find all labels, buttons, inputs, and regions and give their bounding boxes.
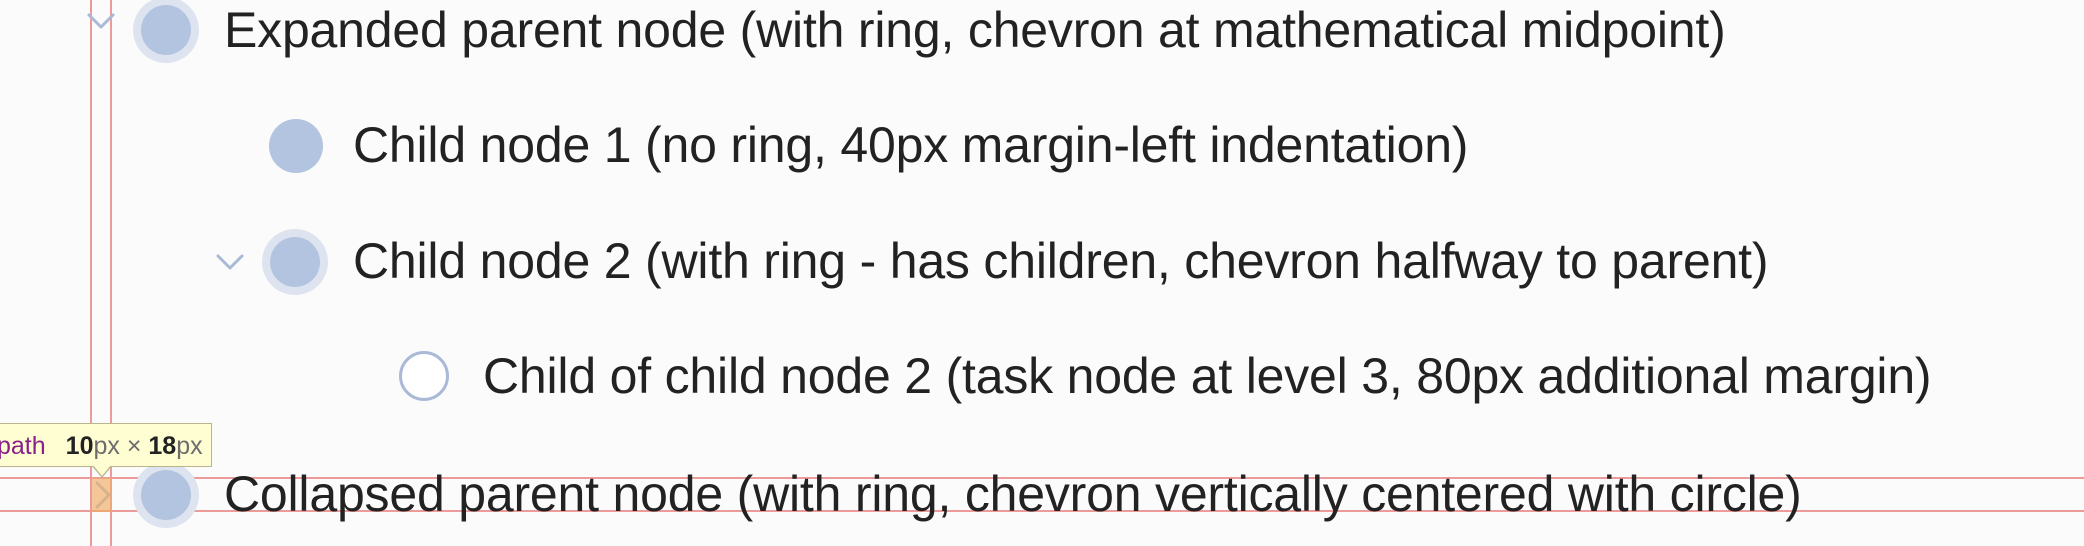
task-checkbox-circle[interactable] — [399, 351, 449, 401]
node-label[interactable]: Collapsed parent node (with ring, chevro… — [224, 464, 1802, 524]
chevron-down-icon[interactable] — [86, 12, 116, 30]
node-bullet-ringed[interactable] — [262, 229, 328, 295]
node-label[interactable]: Child node 2 (with ring - has children, … — [353, 231, 1769, 291]
node-label[interactable]: Expanded parent node (with ring, chevron… — [224, 0, 1726, 60]
inspector-tooltip-arrow — [92, 465, 112, 478]
chevron-down-icon[interactable] — [215, 253, 245, 271]
tree-node-collapsed-parent[interactable]: Collapsed parent node (with ring, chevro… — [0, 454, 2084, 534]
node-label[interactable]: Child of child node 2 (task node at leve… — [483, 346, 1932, 406]
inspector-times: × — [126, 432, 142, 460]
inspector-unit: px — [176, 432, 203, 460]
inspector-dimensions: 10px × 18px — [66, 432, 203, 460]
tree-node-task[interactable]: Child of child node 2 (task node at leve… — [0, 338, 2084, 418]
node-bullet-filled[interactable] — [269, 119, 323, 173]
inspector-unit: px — [93, 432, 120, 460]
inspector-width: 10 — [65, 432, 94, 460]
node-bullet-ringed[interactable] — [133, 0, 199, 63]
inspector-tag-name: path — [0, 432, 46, 460]
tree-node-child-1[interactable]: Child node 1 (no ring, 40px margin-left … — [0, 105, 2084, 185]
node-bullet-ringed[interactable] — [133, 462, 199, 528]
node-label[interactable]: Child node 1 (no ring, 40px margin-left … — [353, 115, 1468, 175]
inspector-height: 18 — [148, 432, 177, 460]
tree-node-expanded-parent[interactable]: Expanded parent node (with ring, chevron… — [0, 0, 2084, 70]
tree-node-child-2[interactable]: Child node 2 (with ring - has children, … — [0, 221, 2084, 301]
inspector-tooltip: path 10px × 18px — [0, 423, 212, 467]
inspector-element-highlight — [92, 478, 112, 512]
